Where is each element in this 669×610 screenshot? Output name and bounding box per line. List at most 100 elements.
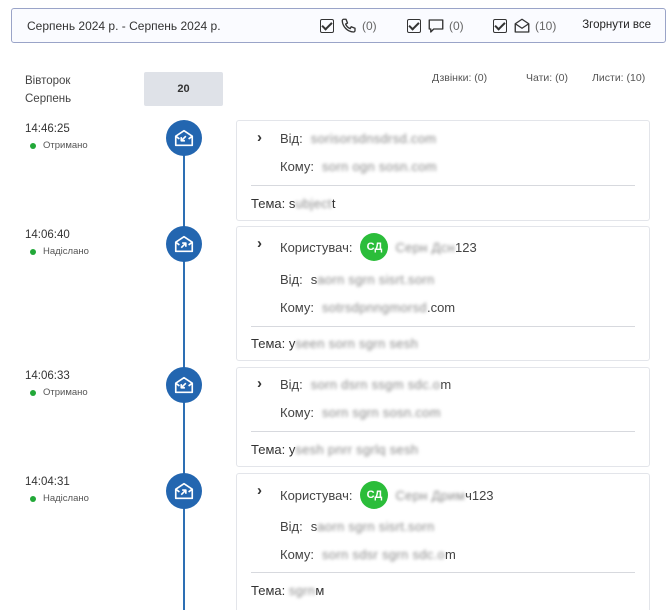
from-row: Від: s aorn sgrn sisrt.sorn xyxy=(280,519,435,534)
day-month: Серпень xyxy=(25,93,72,105)
subject-row: Тема: уsesh pnrr sgrlq sesh xyxy=(251,442,418,457)
subject-suffix: t xyxy=(331,196,336,211)
to-value: sotrsdpnngmorsd xyxy=(322,300,427,315)
divider xyxy=(251,431,635,432)
entry-status: Отримано xyxy=(30,387,88,398)
from-row: Від: sorisorsdnsdrsd.com xyxy=(280,131,436,146)
from-suffix: m xyxy=(440,377,452,392)
to-row: Кому: sorn ogn sosn.com xyxy=(280,159,437,174)
to-value: sorn sdsr sgrn sdc.o xyxy=(322,547,446,562)
entry-time: 14:06:33 xyxy=(25,370,70,382)
chevron-right-icon[interactable]: › xyxy=(257,235,262,252)
mails-count: (10) xyxy=(535,19,557,33)
to-label: Кому: xyxy=(280,547,314,562)
subject-suffix: м xyxy=(315,583,325,598)
status-label: Отримано xyxy=(43,140,88,151)
chats-checkbox[interactable] xyxy=(407,19,421,33)
user-row: Користувач: СД Серн Дрим ч123 xyxy=(280,481,494,509)
entry-time: 14:04:31 xyxy=(25,476,70,488)
filter-chats[interactable]: (0) xyxy=(407,17,464,35)
entry-status: Надіслано xyxy=(30,246,89,257)
calls-checkbox[interactable] xyxy=(320,19,334,33)
to-label: Кому: xyxy=(280,300,314,315)
incoming-mail-icon xyxy=(166,367,202,403)
status-label: Надіслано xyxy=(43,493,89,504)
status-dot xyxy=(30,495,36,502)
mails-total: Листи: (10) xyxy=(592,72,646,84)
phone-icon xyxy=(341,18,356,33)
entry-time: 14:46:25 xyxy=(25,123,70,135)
subject-prefix: Тема: s xyxy=(251,196,296,211)
from-value: aorn sgrn sisrt.sorn xyxy=(317,519,435,534)
subject-prefix: Тема: у xyxy=(251,442,296,457)
chats-count: (0) xyxy=(449,19,464,33)
day-date-badge: 20 xyxy=(144,72,223,106)
from-value: sorisorsdnsdrsd.com xyxy=(310,131,437,146)
status-dot xyxy=(30,142,36,149)
subject-prefix: Тема: xyxy=(251,583,289,598)
status-label: Отримано xyxy=(43,387,88,398)
from-label: Від: xyxy=(280,272,303,287)
mails-checkbox[interactable] xyxy=(493,19,507,33)
divider xyxy=(251,326,635,327)
to-value: sorn sgrn sosn.com xyxy=(322,405,441,420)
mail-card: › Користувач: СД Серн Дрим ч123 Від: s aor… xyxy=(236,473,650,610)
filter-calls[interactable]: (0) xyxy=(320,17,377,35)
calls-count: (0) xyxy=(362,19,377,33)
chats-total: Чати: (0) xyxy=(526,72,568,84)
mail-card: › Користувач: СД Серн Дсн 123 Від: s aorn … xyxy=(236,226,650,361)
user-label: Користувач: xyxy=(280,239,353,255)
user-name: Серн Дсн xyxy=(395,239,456,255)
user-name: Серн Дрим xyxy=(395,487,466,503)
outgoing-mail-icon xyxy=(166,473,202,509)
chat-icon xyxy=(428,19,444,33)
date-range[interactable]: Серпень 2024 р. - Серпень 2024 р. xyxy=(27,19,221,33)
status-label: Надіслано xyxy=(43,246,89,257)
chevron-right-icon[interactable]: › xyxy=(257,375,262,392)
entry-status: Надіслано xyxy=(30,493,89,504)
user-label: Користувач: xyxy=(280,487,353,503)
subject-value: seen sorn sgrn sesh xyxy=(295,336,419,351)
subject-value: ubject xyxy=(295,196,332,211)
subject-value: sesh pnrr sgrlq sesh xyxy=(295,442,419,457)
to-row: Кому: sorn sdsr sgrn sdc.o m xyxy=(280,547,456,562)
chevron-right-icon[interactable]: › xyxy=(257,129,262,146)
subject-row: Тема: sgrnм xyxy=(251,583,324,598)
to-label: Кому: xyxy=(280,405,314,420)
divider xyxy=(251,572,635,573)
mail-icon xyxy=(514,18,530,33)
status-dot xyxy=(30,389,36,396)
entry-status: Отримано xyxy=(30,140,88,151)
from-value: sorn dsrn ssgm sdc.o xyxy=(310,377,441,392)
outgoing-mail-icon xyxy=(166,226,202,262)
filter-bar: Серпень 2024 р. - Серпень 2024 р. (0) (0… xyxy=(11,8,666,43)
user-name-suffix: ч123 xyxy=(465,487,494,503)
to-value: sorn ogn sosn.com xyxy=(322,159,437,174)
to-suffix: .com xyxy=(426,300,456,315)
avatar: СД xyxy=(360,481,389,509)
user-row: Користувач: СД Серн Дсн 123 xyxy=(280,233,477,261)
from-label: Від: xyxy=(280,131,303,146)
user-name-suffix: 123 xyxy=(455,239,477,255)
to-row: Кому: sorn sgrn sosn.com xyxy=(280,405,441,420)
from-row: Від: sorn dsrn ssgm sdc.o m xyxy=(280,377,451,392)
to-label: Кому: xyxy=(280,159,314,174)
subject-row: Тема: уseen sorn sgrn sesh xyxy=(251,336,418,351)
subject-row: Тема: subjectt xyxy=(251,196,335,211)
from-row: Від: s aorn sgrn sisrt.sorn xyxy=(280,272,435,287)
incoming-mail-icon xyxy=(166,120,202,156)
mail-card: › Від: sorisorsdnsdrsd.com Кому: sorn og… xyxy=(236,120,650,221)
chevron-right-icon[interactable]: › xyxy=(257,482,262,499)
calls-total: Дзвінки: (0) xyxy=(432,72,488,84)
divider xyxy=(251,185,635,186)
to-row: Кому: sotrsdpnngmorsd .com xyxy=(280,300,455,315)
filter-mails[interactable]: (10) xyxy=(493,17,556,35)
avatar: СД xyxy=(360,233,389,261)
day-label: Вівторок Серпень xyxy=(25,72,71,108)
to-suffix: m xyxy=(445,547,456,562)
from-label: Від: xyxy=(280,519,303,534)
subject-value: sgrn xyxy=(288,583,316,598)
subject-prefix: Тема: у xyxy=(251,336,296,351)
status-dot xyxy=(30,248,36,255)
collapse-all-button[interactable]: Згорнути все xyxy=(582,19,651,31)
